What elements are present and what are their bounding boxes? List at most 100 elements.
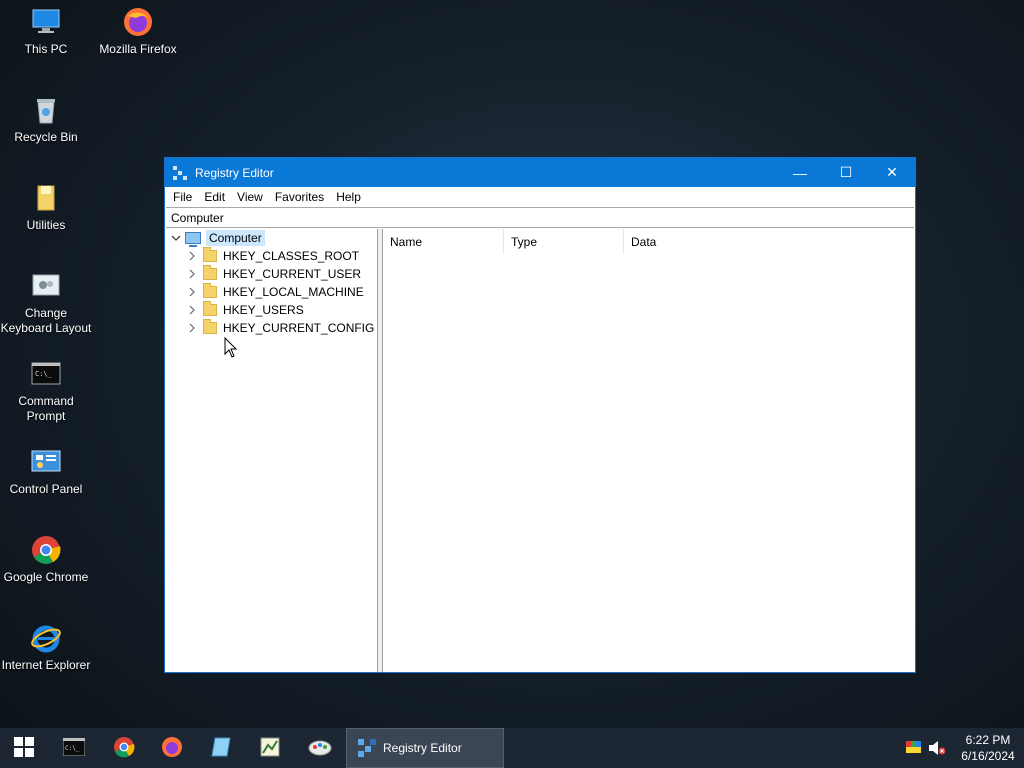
column-header-label: Data [631,234,657,249]
taskbar-app-label: Registry Editor [383,741,462,755]
menu-help[interactable]: Help [330,190,367,204]
minimize-icon: — [793,164,807,181]
menu-view[interactable]: View [231,190,269,204]
svg-text:C:\_: C:\_ [65,745,80,752]
cmd-icon: C:\_ [30,358,62,390]
chevron-down-icon[interactable] [169,231,183,245]
window-title: Registry Editor [195,165,274,180]
control-panel-icon [30,446,62,478]
desktop-icon-chrome[interactable]: Google Chrome [0,534,92,585]
display-icon[interactable] [906,741,922,755]
column-header-data[interactable]: Data [624,229,774,254]
tree-item-label: HKEY_CURRENT_USER [223,267,362,281]
desktop-icon-internet-explorer[interactable]: Internet Explorer [0,622,92,673]
address-path: Computer [171,210,224,225]
chevron-right-icon[interactable] [185,267,199,281]
maximize-button[interactable]: ☐ [823,158,869,187]
close-button[interactable]: ✕ [869,158,915,187]
windows-logo-icon [14,736,34,760]
desktop-icon-label: Utilities [26,218,66,232]
tree-item-hkey-local-machine[interactable]: HKEY_LOCAL_MACHINE [185,283,364,301]
this-pc-icon [30,6,62,38]
desktop-icon-label: Google Chrome [3,570,89,584]
chevron-right-icon[interactable] [185,303,199,317]
desktop-icon-change-keyboard[interactable]: Change Keyboard Layout [0,270,92,336]
taskbar-chrome[interactable] [100,728,148,768]
taskbar-registry-editor[interactable]: Registry Editor [346,728,504,768]
start-button[interactable] [0,728,48,768]
taskbar-firefox[interactable] [148,728,196,768]
desktop-icon-label: This PC [24,42,68,56]
spreadsheet-icon [259,736,281,761]
registry-editor-window: Registry Editor — ☐ ✕ File Edit View Fav… [164,157,916,673]
chevron-right-icon[interactable] [185,249,199,263]
chevron-right-icon[interactable] [185,321,199,335]
registry-app-icon [357,738,377,758]
taskbar-notepad[interactable] [197,728,245,768]
panes: Computer HKEY_CLASSES_ROOT HKEY_CURRENT_… [165,229,915,672]
tree-item-hkey-current-config[interactable]: HKEY_CURRENT_CONFIG [185,319,374,337]
tree-item-computer[interactable]: Computer [169,229,265,247]
ie-icon [30,622,62,654]
desktop-icon-utilities[interactable]: Utilities [0,182,92,233]
clock[interactable]: 6:22 PM 6/16/2024 [952,732,1024,764]
mouse-pointer-icon [224,336,238,362]
desktop-icon-command-prompt[interactable]: C:\_ Command Prompt [0,358,92,424]
desktop-icon-label: Mozilla Firefox [99,42,177,56]
menu-bar: File Edit View Favorites Help [165,187,915,207]
clock-date: 6/16/2024 [961,749,1015,763]
chevron-right-icon[interactable] [185,285,199,299]
clock-time: 6:22 PM [965,733,1011,747]
folder-icon [203,265,217,280]
values-list-pane[interactable]: Name Type Data [383,229,915,672]
system-tray: 6:22 PM 6/16/2024 [906,728,1024,768]
folder-icon [203,301,217,316]
column-header-label: Type [511,234,538,249]
desktop-icon-firefox[interactable]: Mozilla Firefox [92,6,184,57]
folder-icon [203,247,217,262]
desktop-icon-recycle-bin[interactable]: Recycle Bin [0,94,92,145]
notepad-icon [210,736,232,761]
desktop-icon-label: Control Panel [9,482,83,496]
desktop-icon-label: Recycle Bin [14,130,78,144]
chrome-icon [30,534,62,566]
keyboard-settings-icon [30,270,62,302]
firefox-icon [122,6,154,38]
title-bar[interactable]: Registry Editor — ☐ ✕ [165,158,915,187]
menu-file[interactable]: File [167,190,198,204]
taskbar-spreadsheet[interactable] [246,728,294,768]
minimize-button[interactable]: — [777,158,823,187]
cmd-icon: C:\_ [62,737,86,759]
recycle-bin-icon [30,94,62,126]
firefox-icon [161,736,183,761]
desktop-icon-this-pc[interactable]: This PC [0,6,92,57]
desktop-icon-label: Change Keyboard Layout [0,306,92,335]
tree-pane[interactable]: Computer HKEY_CLASSES_ROOT HKEY_CURRENT_… [165,229,378,672]
desktop-icon-control-panel[interactable]: Control Panel [0,446,92,497]
close-icon: ✕ [886,164,898,180]
chrome-icon [113,736,135,761]
tree-item-label: HKEY_USERS [223,303,304,317]
tree-item-label: HKEY_CLASSES_ROOT [223,249,360,263]
taskbar-cmd[interactable]: C:\_ [50,728,98,768]
menu-edit[interactable]: Edit [198,190,231,204]
tree-item-hkey-users[interactable]: HKEY_USERS [185,301,304,319]
tree-item-label: HKEY_LOCAL_MACHINE [223,285,364,299]
taskbar-paint[interactable] [296,728,344,768]
registry-app-icon [173,165,187,180]
tree-item-label: HKEY_CURRENT_CONFIG [223,321,375,335]
tree-item-hkey-classes-root[interactable]: HKEY_CLASSES_ROOT [185,247,359,265]
column-header-name[interactable]: Name [383,229,504,254]
menu-favorites[interactable]: Favorites [269,190,330,204]
tree-item-hkey-current-user[interactable]: HKEY_CURRENT_USER [185,265,361,283]
column-header-label: Name [390,234,423,249]
folder-icon [30,182,62,214]
folder-icon [203,283,217,298]
volume-muted-icon[interactable] [928,740,946,756]
column-header-type[interactable]: Type [504,229,624,254]
taskbar: C:\_ Registry Editor 6:22 PM 6/16/2024 [0,728,1024,768]
tree-item-label: Computer [206,230,265,246]
address-bar[interactable]: Computer [166,207,914,228]
svg-text:C:\_: C:\_ [35,370,53,378]
desktop-icon-label: Command Prompt [18,394,74,423]
